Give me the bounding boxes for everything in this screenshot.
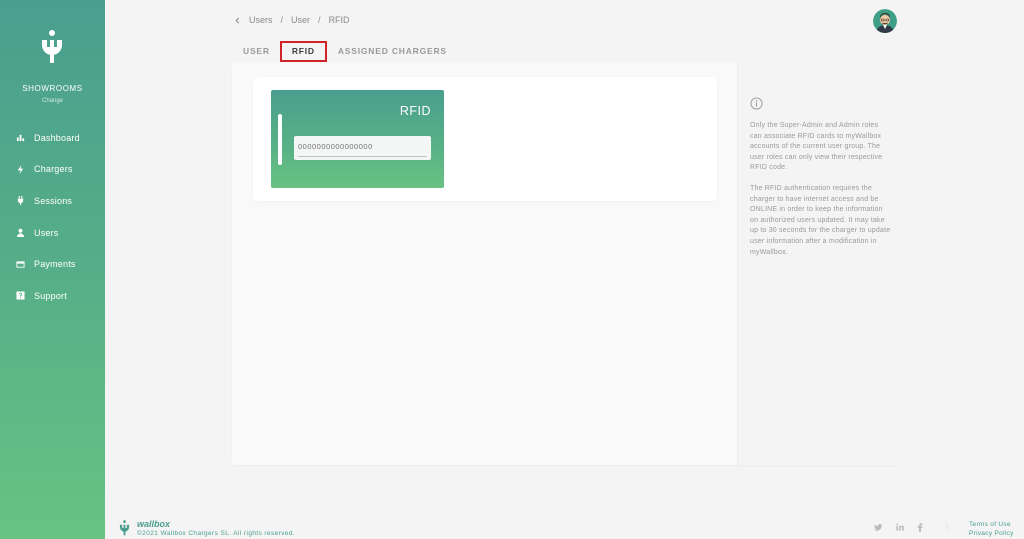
sidebar-item-label: Users [34,227,59,238]
rfid-card: RFID [271,90,444,188]
breadcrumb-users[interactable]: Users [249,15,273,25]
rfid-card-title: RFID [399,104,431,118]
lightning-icon [15,164,25,174]
sidebar-item-label: Dashboard [34,132,80,143]
sidebar-item-sessions[interactable]: Sessions [0,185,105,217]
group-name: SHOWROOMS [22,84,83,93]
avatar[interactable] [873,9,897,33]
sidebar: SHOWROOMS Change Dashboard Chargers Sess… [0,0,105,539]
sidebar-nav: Dashboard Chargers Sessions Users Paymen… [0,122,105,312]
info-icon [750,97,763,110]
wallbox-logo[interactable] [40,30,64,64]
linkedin-icon[interactable] [896,523,904,531]
sidebar-item-chargers[interactable]: Chargers [0,154,105,186]
footer-copyright: ©2021 Wallbox Chargers SL. All rights re… [137,530,296,537]
tab-user[interactable]: USER [243,40,270,62]
terms-of-use-link[interactable]: Terms of Use [969,521,1011,528]
plug-icon [15,196,25,206]
sidebar-item-label: Sessions [34,195,73,206]
bar-chart-icon [15,133,25,143]
info-text: Only the Super-Admin and Admin roles can… [750,121,892,258]
main-card: RFID Only the Super-Admin and Admin role… [232,62,898,465]
info-paragraph: Only the Super-Admin and Admin roles can… [750,122,883,172]
info-paragraph: The RFID authentication requires the cha… [750,184,891,256]
sidebar-item-payments[interactable]: Payments [0,248,105,280]
sidebar-item-label: Support [34,290,67,301]
footer-brand: wallbox [137,519,171,529]
chevron-left-icon[interactable] [234,17,241,24]
sidebar-item-label: Payments [34,259,76,270]
sidebar-item-label: Chargers [34,164,73,175]
info-panel: Only the Super-Admin and Admin roles can… [737,62,898,465]
rfid-section: RFID [253,77,717,201]
breadcrumb: Users / User / RFID [234,15,350,25]
sidebar-item-support[interactable]: Support [0,280,105,312]
sidebar-item-dashboard[interactable]: Dashboard [0,122,105,154]
credit-card-icon [15,259,25,269]
breadcrumb-current: RFID [328,15,350,25]
sidebar-item-users[interactable]: Users [0,217,105,249]
breadcrumb-user[interactable]: User [291,15,310,25]
privacy-policy-link[interactable]: Privacy Policy [969,530,1014,537]
breadcrumb-separator: / [318,15,321,25]
breadcrumb-separator: / [280,15,284,25]
wallbox-footer-logo [119,520,130,536]
rfid-input-underline [298,156,427,157]
rfid-card-strip [278,114,282,165]
tab-rfid[interactable]: RFID [279,40,327,62]
user-icon [15,228,25,238]
twitter-icon[interactable] [874,523,883,532]
tab-bar: USER RFID ASSIGNED CHARGERS [232,40,447,62]
help-icon [15,291,25,301]
change-group-link[interactable]: Change [0,98,105,104]
tab-assigned-chargers[interactable]: ASSIGNED CHARGERS [338,40,447,62]
footer-divider: | [946,522,949,531]
facebook-icon[interactable] [917,523,923,532]
